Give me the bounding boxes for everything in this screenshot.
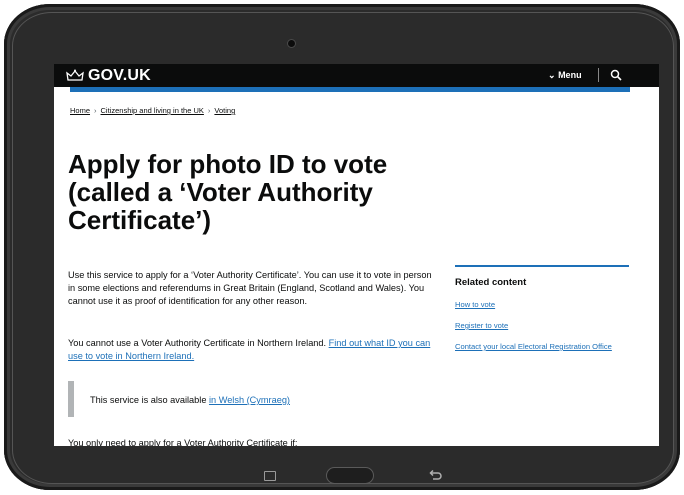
browser-screen: GOV.UK ⌄ Menu Home › Citizenship and livin… — [54, 64, 659, 446]
related-link-how-to-vote[interactable]: How to vote — [455, 300, 630, 310]
title-line-2: (called a ‘Voter Authority — [68, 177, 373, 207]
breadcrumb-home[interactable]: Home — [70, 106, 90, 115]
welsh-inset-text: This service is also available in Welsh … — [90, 395, 290, 405]
related-content-rule — [455, 265, 629, 267]
page-title: Apply for photo ID to vote (called a ‘Vo… — [68, 150, 428, 234]
intro-paragraph: Use this service to apply for a ‘Voter A… — [68, 270, 432, 306]
title-line-3: Certificate’) — [68, 205, 212, 235]
crown-icon — [66, 69, 84, 81]
header-divider — [598, 68, 599, 82]
header-blue-bar — [70, 87, 630, 92]
northern-ireland-paragraph: You cannot use a Voter Authority Certifi… — [68, 337, 438, 363]
breadcrumb-separator: › — [207, 106, 211, 115]
menu-label: Menu — [558, 70, 582, 80]
breadcrumb-separator: › — [94, 106, 97, 115]
govuk-logo-link[interactable]: GOV.UK — [88, 67, 151, 85]
recent-apps-icon[interactable] — [264, 471, 276, 481]
chevron-down-icon: ⌄ — [548, 70, 556, 80]
tablet-frame: GOV.UK ⌄ Menu Home › Citizenship and livin… — [4, 4, 680, 490]
breadcrumb: Home › Citizenship and living in the UK › Vo… — [70, 106, 235, 115]
welsh-link[interactable]: in Welsh (Cymraeg) — [209, 395, 290, 405]
welsh-inset: This service is also available in Welsh … — [68, 381, 374, 417]
related-link-register[interactable]: Register to vote — [455, 321, 630, 331]
related-content-title: Related content — [455, 277, 527, 288]
camera-icon — [288, 40, 295, 47]
welsh-text: This service is also available — [90, 395, 209, 405]
breadcrumb-voting[interactable]: Voting — [214, 106, 235, 115]
title-line-1: Apply for photo ID to vote — [68, 149, 388, 179]
home-button[interactable] — [326, 467, 374, 484]
back-icon[interactable] — [428, 469, 442, 481]
northern-ireland-text: You cannot use a Voter Authority Certifi… — [68, 338, 329, 348]
search-icon[interactable] — [610, 69, 622, 81]
site-header: GOV.UK ⌄ Menu — [54, 64, 659, 87]
related-link-electoral-office[interactable]: Contact your local Electoral Registratio… — [455, 342, 630, 352]
menu-button[interactable]: ⌄ Menu — [548, 70, 582, 81]
eligibility-intro: You only need to apply for a Voter Autho… — [68, 438, 298, 446]
breadcrumb-citizenship[interactable]: Citizenship and living in the UK — [101, 106, 204, 115]
